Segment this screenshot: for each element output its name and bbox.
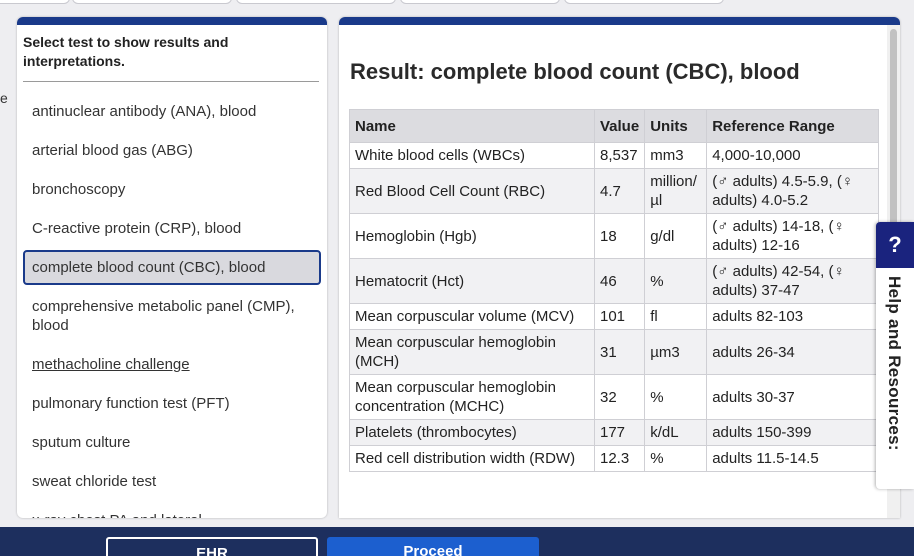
- table-row: White blood cells (WBCs) 8,537 mm3 4,000-10…: [349, 142, 879, 169]
- tab-remnant[interactable]: [236, 0, 396, 4]
- ehr-button[interactable]: EHR: [106, 537, 318, 556]
- row-name-cell: Platelets (thrombocytes): [349, 419, 595, 446]
- row-reference-range-cell: (♂ adults) 14-18, (♀ adults) 12-16: [706, 213, 879, 259]
- row-units-cell: fl: [644, 303, 708, 330]
- row-value-cell: 101: [593, 303, 646, 330]
- row-value-cell: 177: [593, 419, 646, 446]
- test-list: antinuclear antibody (ANA), blood arteria…: [17, 94, 327, 518]
- table-row: Mean corpuscular volume (MCV) 101 fl adults…: [349, 303, 879, 330]
- row-units-cell: k/dL: [644, 419, 708, 446]
- row-reference-range-cell: adults 30-37: [706, 374, 879, 420]
- row-name-cell: Mean corpuscular hemoglobin (MCH): [349, 329, 595, 375]
- test-item[interactable]: complete blood count (CBC), blood: [23, 250, 321, 285]
- tab-remnant[interactable]: [72, 0, 232, 4]
- test-item[interactable]: comprehensive metabolic panel (CMP), blo…: [23, 289, 321, 343]
- row-value-cell: 12.3: [593, 445, 646, 472]
- row-reference-range-cell: 4,000-10,000: [706, 142, 879, 169]
- tab-remnant[interactable]: [400, 0, 560, 4]
- help-resources-tab[interactable]: ? Help and Resources:: [876, 222, 914, 489]
- column-header-reference-range: Reference Range: [706, 109, 879, 143]
- row-name-cell: Red Blood Cell Count (RBC): [349, 168, 595, 214]
- row-value-cell: 8,537: [593, 142, 646, 169]
- row-value-cell: 18: [593, 213, 646, 259]
- row-value-cell: 31: [593, 329, 646, 375]
- table-row: Hemoglobin (Hgb) 18 g/dl (♂ adults) 14-18, …: [349, 213, 879, 259]
- row-units-cell: million/µl: [644, 168, 708, 214]
- test-selection-heading: Select test to show results and interpre…: [23, 33, 319, 82]
- table-row: Red Blood Cell Count (RBC) 4.7 million/µl(…: [349, 168, 879, 214]
- table-row: Mean corpuscular hemoglobin (MCH) 31 µm3 ad…: [349, 329, 879, 375]
- clipped-edge-text: e: [0, 90, 8, 106]
- row-units-cell: µm3: [644, 329, 708, 375]
- column-header-value: Value: [593, 109, 646, 143]
- row-units-cell: g/dl: [644, 213, 708, 259]
- row-value-cell: 4.7: [593, 168, 646, 214]
- panel-accent-bar: [17, 17, 327, 25]
- column-header-units: Units: [644, 109, 708, 143]
- row-reference-range-cell: adults 26-34: [706, 329, 879, 375]
- row-units-cell: %: [644, 258, 708, 304]
- test-item[interactable]: methacholine challenge: [23, 347, 321, 382]
- test-item[interactable]: arterial blood gas (ABG): [23, 133, 321, 168]
- test-item[interactable]: C-reactive protein (CRP), blood: [23, 211, 321, 246]
- row-units-cell: %: [644, 445, 708, 472]
- test-item[interactable]: bronchoscopy: [23, 172, 321, 207]
- table-row: Mean corpuscular hemoglobin concentratio…: [349, 374, 879, 420]
- table-row: Hematocrit (Hct) 46% (♂ adults) 42-54, (♀ …: [349, 258, 879, 304]
- row-reference-range-cell: adults 11.5-14.5: [706, 445, 879, 472]
- row-reference-range-cell: adults 150-399: [706, 419, 879, 446]
- table-row: Red cell distribution width (RDW) 12.3% ad…: [349, 445, 879, 472]
- result-rows: White blood cells (WBCs) 8,537 mm3 4,000-10…: [349, 142, 879, 472]
- row-value-cell: 46: [593, 258, 646, 304]
- row-units-cell: %: [644, 374, 708, 420]
- test-item[interactable]: pulmonary function test (PFT): [23, 386, 321, 421]
- result-title: Result: complete blood count (CBC), bloo…: [350, 59, 800, 84]
- tab-remnant[interactable]: [0, 0, 70, 4]
- row-name-cell: Mean corpuscular hemoglobin concentratio…: [349, 374, 595, 420]
- help-question-icon[interactable]: ?: [876, 222, 914, 268]
- help-resources-label: Help and Resources:: [885, 276, 904, 451]
- bottom-action-bar: EHR Proceed: [0, 527, 914, 556]
- result-table: Name Value Units Reference Range White b…: [349, 109, 879, 472]
- row-name-cell: Hemoglobin (Hgb): [349, 213, 595, 259]
- test-item[interactable]: antinuclear antibody (ANA), blood: [23, 94, 321, 129]
- test-item[interactable]: sweat chloride test: [23, 464, 321, 499]
- proceed-button[interactable]: Proceed: [327, 537, 539, 556]
- row-name-cell: Mean corpuscular volume (MCV): [349, 303, 595, 330]
- row-units-cell: mm3: [644, 142, 708, 169]
- result-panel: Result: complete blood count (CBC), bloo…: [339, 17, 900, 518]
- row-reference-range-cell: adults 82-103: [706, 303, 879, 330]
- row-name-cell: Hematocrit (Hct): [349, 258, 595, 304]
- column-header-name: Name: [349, 109, 595, 143]
- top-tab-strip: [0, 0, 914, 4]
- panel-accent-bar: [339, 17, 900, 25]
- table-header-row: Name Value Units Reference Range: [349, 109, 879, 143]
- row-name-cell: White blood cells (WBCs): [349, 142, 595, 169]
- test-item[interactable]: x-ray chest PA and lateral: [23, 503, 321, 518]
- row-reference-range-cell: (♂ adults) 42-54, (♀ adults) 37-47: [706, 258, 879, 304]
- test-item[interactable]: sputum culture: [23, 425, 321, 460]
- test-selection-panel: Select test to show results and interpre…: [17, 17, 327, 518]
- row-reference-range-cell: (♂ adults) 4.5-5.9, (♀ adults) 4.0-5.2: [706, 168, 879, 214]
- table-row: Platelets (thrombocytes) 177 k/dL adults 15…: [349, 419, 879, 446]
- tab-remnant[interactable]: [564, 0, 724, 4]
- row-value-cell: 32: [593, 374, 646, 420]
- row-name-cell: Red cell distribution width (RDW): [349, 445, 595, 472]
